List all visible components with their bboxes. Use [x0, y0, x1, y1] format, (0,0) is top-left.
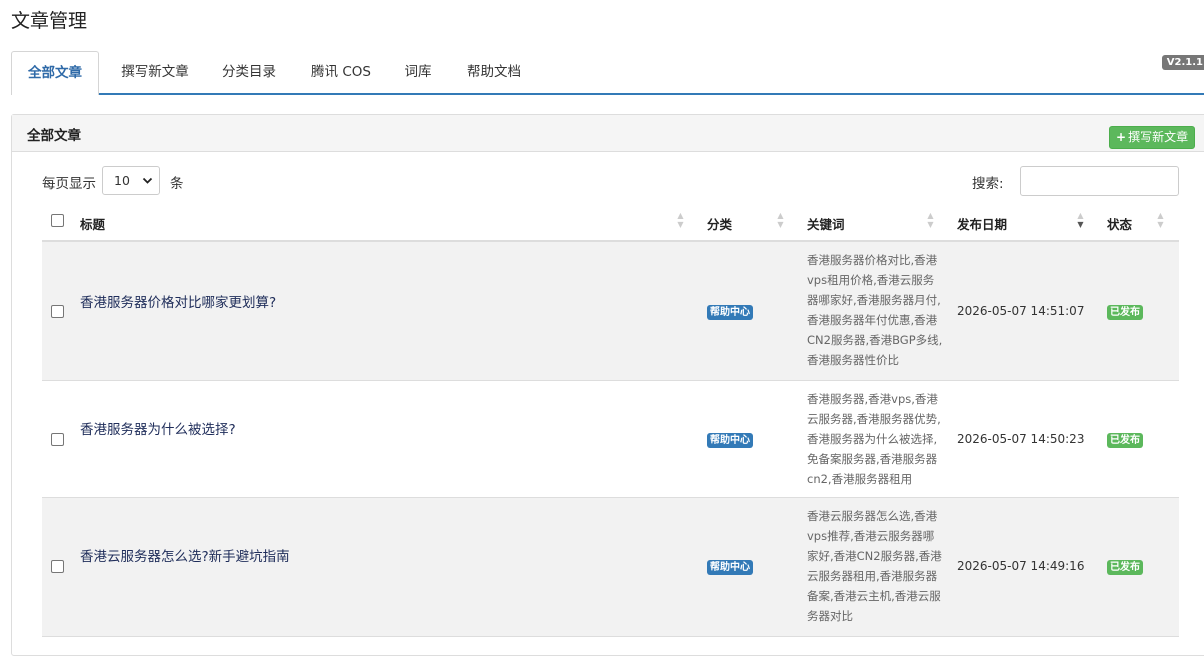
column-date-header[interactable]: 发布日期 [957, 214, 1007, 233]
row-checkbox[interactable] [51, 305, 64, 318]
page-length-select[interactable]: 10 [102, 166, 160, 195]
tab-tencent-cos[interactable]: 腾讯 COS [301, 51, 381, 93]
table-row: 香港服务器价格对比哪家更划算? 帮助中心 香港服务器价格对比,香港vps租用价格… [42, 242, 1179, 381]
publish-date: 2026-05-07 14:51:07 [957, 304, 1085, 318]
article-title-link[interactable]: 香港服务器为什么被选择? [80, 418, 236, 438]
tab-new-article[interactable]: 撰写新文章 [109, 51, 201, 93]
status-badge: 已发布 [1107, 305, 1143, 320]
search-label: 搜索: [972, 176, 1004, 192]
tab-bar: 全部文章 撰写新文章 分类目录 腾讯 COS 词库 帮助文档 [11, 51, 1204, 95]
row-checkbox[interactable] [51, 560, 64, 573]
new-article-button[interactable]: + 撰写新文章 [1109, 126, 1196, 149]
page-length-suffix: 条 [170, 176, 184, 192]
status-badge: 已发布 [1107, 560, 1143, 575]
category-badge: 帮助中心 [707, 433, 753, 448]
table-header: 标题 ▲ ▼ 分类 ▲ ▼ 关键词 ▲ ▼ 发布日期 ▲ ▼ 状态 ▲ ▼ [42, 202, 1179, 242]
new-article-button-label: 撰写新文章 [1128, 130, 1189, 144]
row-checkbox[interactable] [51, 433, 64, 446]
publish-date: 2026-05-07 14:49:16 [957, 559, 1085, 573]
article-title-link[interactable]: 香港云服务器怎么选?新手避坑指南 [80, 545, 290, 565]
table-row: 香港服务器为什么被选择? 帮助中心 香港服务器,香港vps,香港云服务器,香港服… [42, 381, 1179, 498]
category-badge: 帮助中心 [707, 560, 753, 575]
keywords-cell: 香港云服务器怎么选,香港vps推荐,香港云服务器哪家好,香港CN2服务器,香港云… [807, 509, 942, 623]
status-badge: 已发布 [1107, 433, 1143, 448]
articles-table: 标题 ▲ ▼ 分类 ▲ ▼ 关键词 ▲ ▼ 发布日期 ▲ ▼ 状态 ▲ ▼ 香港服务器价格… [42, 202, 1179, 637]
category-badge: 帮助中心 [707, 305, 753, 320]
sort-icon[interactable]: ▲ ▼ [676, 211, 685, 229]
version-badge: V2.1.1 [1161, 55, 1204, 70]
sort-icon[interactable]: ▲ ▼ [776, 211, 785, 229]
keywords-cell: 香港服务器价格对比,香港vps租用价格,香港云服务器哪家好,香港服务器月付,香港… [807, 253, 943, 367]
column-keywords-header[interactable]: 关键词 [807, 214, 845, 233]
page-length-label: 每页显示 [42, 176, 96, 192]
tab-categories[interactable]: 分类目录 [211, 51, 287, 93]
select-all-checkbox[interactable] [51, 214, 64, 227]
sort-icon[interactable]: ▲ ▼ [1156, 211, 1165, 229]
column-category-header[interactable]: 分类 [707, 214, 732, 233]
panel-title: 全部文章 [27, 128, 81, 144]
article-title-link[interactable]: 香港服务器价格对比哪家更划算? [80, 291, 276, 311]
column-title-header[interactable]: 标题 [80, 214, 105, 233]
search-input[interactable] [1020, 166, 1179, 196]
page-length-value: 10 [114, 173, 130, 188]
tab-all-articles[interactable]: 全部文章 [11, 51, 99, 95]
sort-desc-icon[interactable]: ▲ ▼ [1076, 211, 1085, 229]
sort-icon[interactable]: ▲ ▼ [926, 211, 935, 229]
panel-header: 全部文章 + 撰写新文章 [12, 115, 1204, 152]
column-status-header[interactable]: 状态 [1107, 214, 1132, 233]
keywords-cell: 香港服务器,香港vps,香港云服务器,香港服务器优势,香港服务器为什么被选择,免… [807, 392, 941, 486]
publish-date: 2026-05-07 14:50:23 [957, 432, 1085, 446]
page-title: 文章管理 [11, 10, 88, 32]
plus-icon: + [1116, 130, 1127, 144]
tab-help-docs[interactable]: 帮助文档 [455, 51, 533, 93]
table-row: 香港云服务器怎么选?新手避坑指南 帮助中心 香港云服务器怎么选,香港vps推荐,… [42, 498, 1179, 637]
tab-lexicon[interactable]: 词库 [395, 51, 441, 93]
chevron-down-icon [142, 168, 153, 204]
